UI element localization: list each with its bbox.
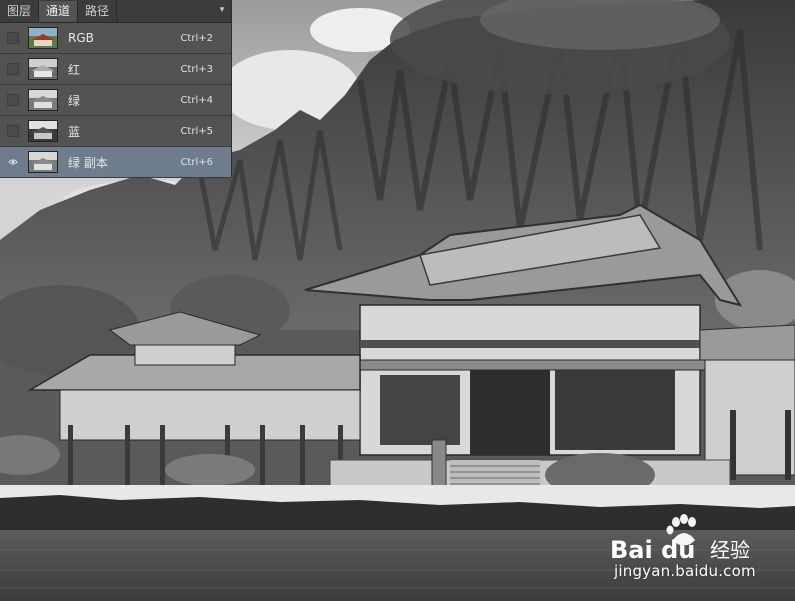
tab-layers[interactable]: 图层 (0, 1, 40, 22)
watermark-url: jingyan.baidu.com (614, 562, 756, 580)
channel-shortcut: Ctrl+2 (180, 32, 213, 44)
channel-shortcut: Ctrl+4 (180, 94, 213, 106)
channel-row-blue[interactable]: 蓝 Ctrl+5 (0, 116, 231, 147)
channel-name: 蓝 (68, 124, 81, 139)
tab-paths[interactable]: 路径 (78, 1, 118, 22)
channel-name: 绿 (68, 93, 81, 108)
visibility-toggle[interactable] (7, 63, 19, 75)
tab-channels[interactable]: 通道 (39, 1, 79, 22)
channel-thumbnail (28, 89, 58, 111)
panel-tab-bar: 图层 通道 路径 ▾ (0, 0, 231, 23)
channel-name: 红 (68, 62, 81, 77)
visibility-toggle[interactable] (7, 94, 19, 106)
visibility-toggle[interactable] (7, 125, 19, 137)
channels-panel: 图层 通道 路径 ▾ RGB Ctrl+2 红 Ctrl+3 绿 Ctrl+4 … (0, 0, 232, 178)
panel-menu-icon[interactable]: ▾ (216, 4, 228, 16)
channel-name: 绿 副本 (68, 155, 108, 170)
channel-shortcut: Ctrl+6 (180, 156, 213, 168)
watermark-logo-text: Bai du (610, 536, 695, 564)
channel-thumbnail (28, 27, 58, 49)
channel-row-green-copy[interactable]: 绿 副本 Ctrl+6 (0, 147, 231, 178)
channel-list: RGB Ctrl+2 红 Ctrl+3 绿 Ctrl+4 蓝 Ctrl+5 绿 … (0, 23, 231, 178)
channel-thumbnail (28, 120, 58, 142)
watermark-brand-text: 经验 (710, 538, 750, 562)
eye-icon[interactable] (7, 156, 19, 168)
channel-thumbnail (28, 151, 58, 173)
channel-row-red[interactable]: 红 Ctrl+3 (0, 54, 231, 85)
channel-thumbnail (28, 58, 58, 80)
channel-shortcut: Ctrl+3 (180, 63, 213, 75)
visibility-toggle[interactable] (7, 32, 19, 44)
channel-name: RGB (68, 31, 94, 45)
channel-shortcut: Ctrl+5 (180, 125, 213, 137)
channel-row-green[interactable]: 绿 Ctrl+4 (0, 85, 231, 116)
channel-row-rgb[interactable]: RGB Ctrl+2 (0, 23, 231, 54)
